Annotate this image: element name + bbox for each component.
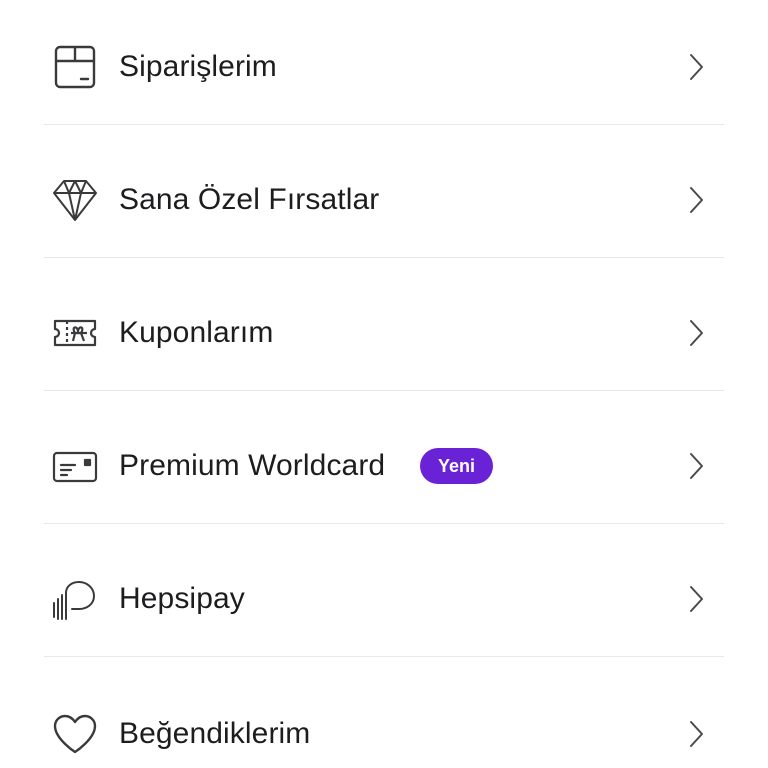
diamond-icon [50, 175, 100, 225]
new-badge: Yeni [420, 448, 494, 484]
menu-item-label: Hepsipay [119, 582, 245, 615]
gift-coupon-icon [50, 308, 100, 358]
chevron-right-icon [684, 183, 708, 217]
package-box-icon [50, 42, 100, 92]
menu-item-label: Siparişlerim [119, 50, 277, 83]
divider [44, 390, 724, 391]
menu-item-label: Kuponlarım [119, 316, 274, 349]
menu-item-siparislerim[interactable]: Siparişlerim [0, 0, 768, 133]
menu-item-premium-worldcard[interactable]: Premium Worldcard Yeni [0, 399, 768, 532]
chevron-right-icon [684, 717, 708, 751]
divider [44, 656, 724, 657]
divider [44, 257, 724, 258]
menu-item-label: Sana Özel Fırsatlar [119, 183, 380, 216]
menu-item-hepsipay[interactable]: Hepsipay [0, 532, 768, 665]
menu-item-kuponlarim[interactable]: Kuponlarım [0, 266, 768, 399]
heart-icon [50, 709, 100, 759]
divider [44, 523, 724, 524]
chevron-right-icon [684, 449, 708, 483]
account-menu-list: Siparişlerim Sana Özel Fırsatlar Kuponla… [0, 0, 768, 768]
credit-card-icon [50, 442, 100, 492]
menu-item-label: Premium Worldcard [119, 449, 386, 482]
menu-item-sana-ozel-firsatlar[interactable]: Sana Özel Fırsatlar [0, 133, 768, 266]
chevron-right-icon [684, 582, 708, 616]
menu-item-label: Beğendiklerim [119, 717, 311, 750]
chevron-right-icon [684, 50, 708, 84]
menu-item-begendiklerim[interactable]: Beğendiklerim [0, 665, 768, 768]
divider [44, 124, 724, 125]
hepsipay-logo-icon [50, 576, 100, 626]
chevron-right-icon [684, 316, 708, 350]
